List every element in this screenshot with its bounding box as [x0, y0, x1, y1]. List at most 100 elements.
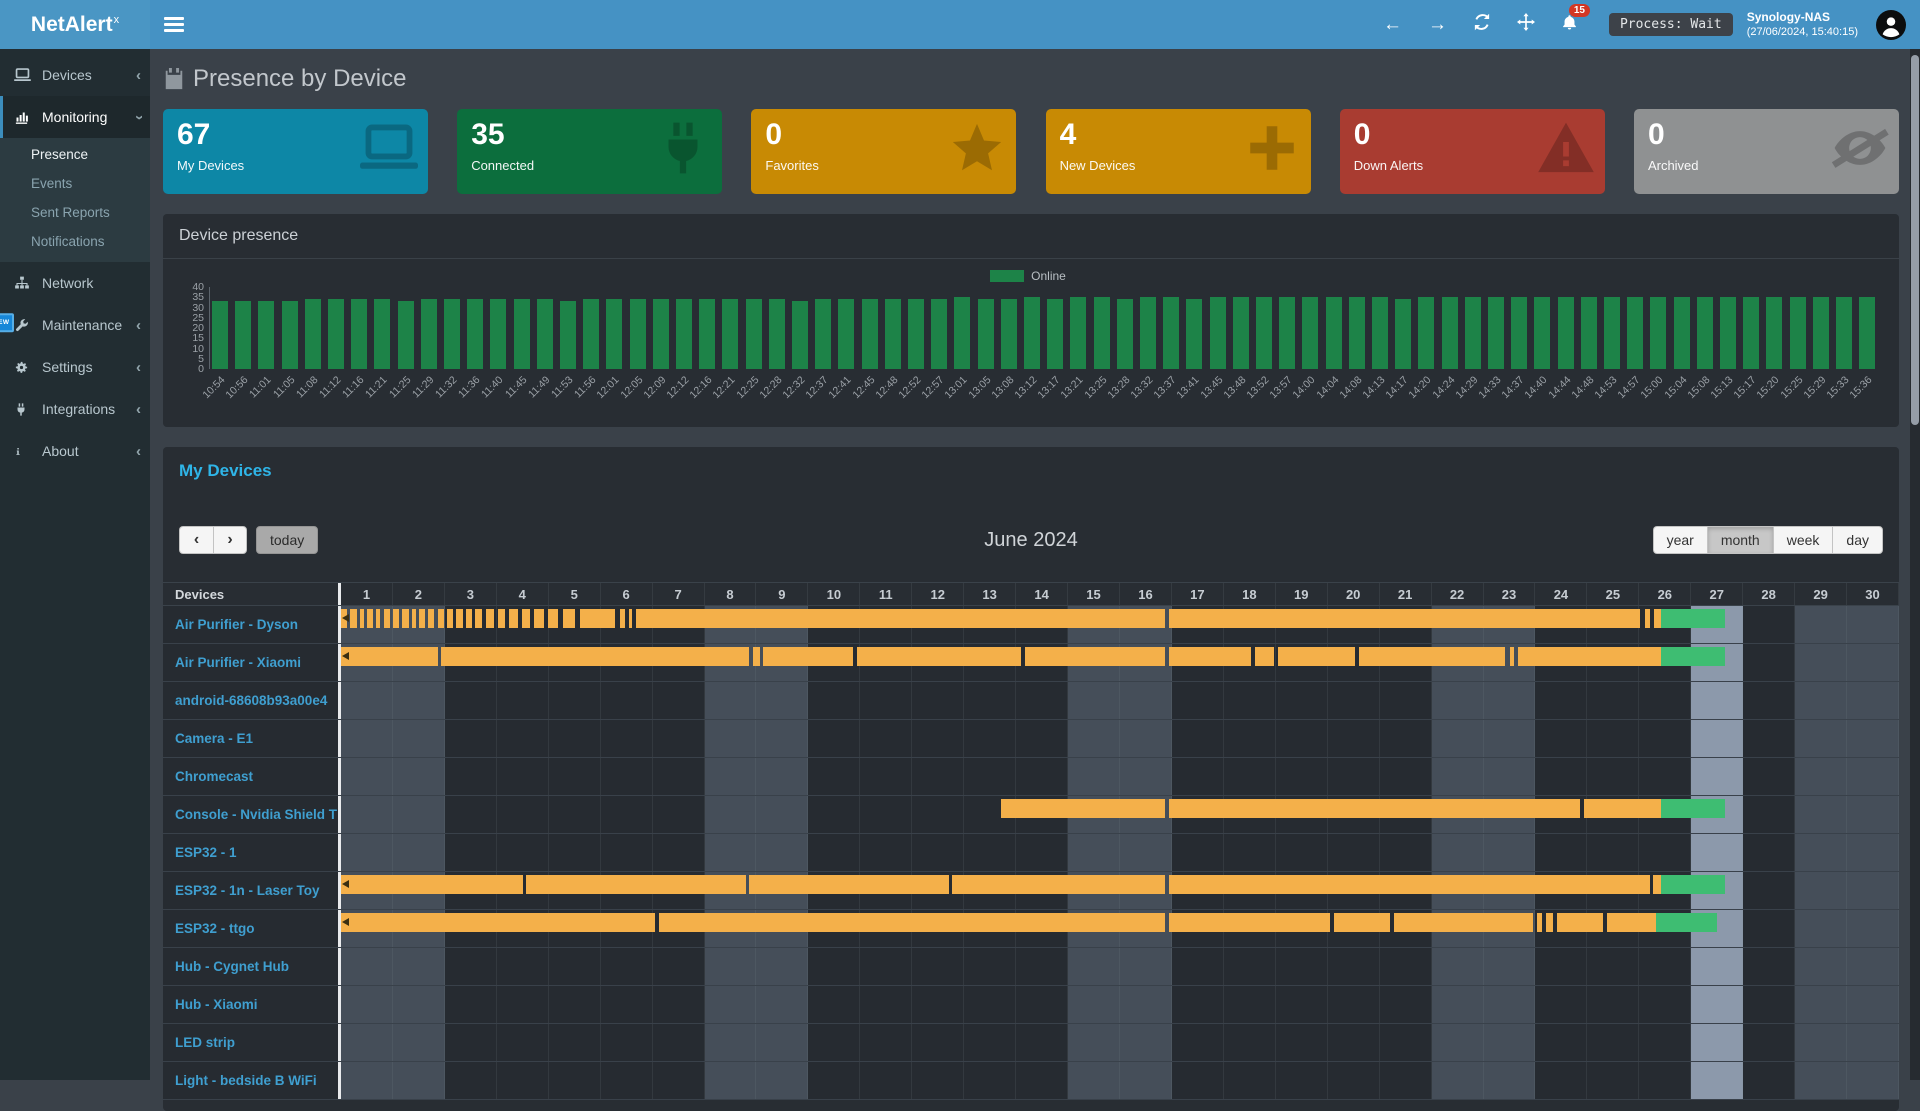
sidebar-toggle-button[interactable] [164, 17, 184, 32]
sidebar-item-maintenance[interactable]: Maintenance‹NEW [0, 304, 150, 346]
device-name-link[interactable]: Air Purifier - Dyson [163, 606, 338, 643]
sidebar-item-monitoring[interactable]: Monitoring‹ [0, 96, 150, 138]
presence-segment-past[interactable] [412, 609, 416, 628]
presence-segment-past[interactable] [350, 609, 357, 628]
presence-segment-past[interactable] [1654, 609, 1661, 628]
calendar-today-button[interactable]: today [256, 526, 318, 554]
presence-segment-past[interactable] [1510, 647, 1514, 666]
stat-card-my-devices[interactable]: 67My Devices [163, 109, 428, 194]
sidebar-item-integrations[interactable]: Integrations‹ [0, 388, 150, 430]
presence-segment-past[interactable] [466, 609, 472, 628]
presence-segment-past[interactable] [1546, 913, 1553, 932]
presence-segment-past[interactable] [402, 609, 408, 628]
presence-segment-past[interactable] [857, 647, 1021, 666]
presence-segment-past[interactable] [659, 913, 1165, 932]
calendar-view-year-button[interactable]: year [1653, 526, 1707, 554]
presence-segment-past[interactable] [1025, 647, 1164, 666]
presence-segment-past[interactable] [341, 913, 655, 932]
presence-segment-past[interactable] [1518, 647, 1661, 666]
presence-segment-past[interactable] [367, 609, 373, 628]
device-name-link[interactable]: Chromecast [163, 758, 338, 795]
presence-segment-past[interactable] [456, 609, 462, 628]
stat-card-down-alerts[interactable]: 0Down Alerts [1340, 109, 1605, 194]
presence-segment-past[interactable] [438, 609, 444, 628]
move-button[interactable] [1517, 13, 1535, 36]
presence-segment-past[interactable] [1169, 875, 1650, 894]
presence-segment-past[interactable] [1537, 913, 1542, 932]
presence-segment-past[interactable] [763, 647, 853, 666]
presence-segment-current[interactable] [1661, 799, 1725, 818]
presence-segment-past[interactable] [526, 875, 746, 894]
app-logo[interactable]: NetAlertx [0, 0, 150, 49]
device-name-link[interactable]: ESP32 - ttgo [163, 910, 338, 947]
submenu-item-sent-reports[interactable]: Sent Reports [0, 198, 150, 227]
device-name-link[interactable]: Camera - E1 [163, 720, 338, 757]
presence-segment-past[interactable] [475, 609, 482, 628]
presence-segment-past[interactable] [384, 609, 391, 628]
nav-back-button[interactable]: ← [1383, 15, 1402, 34]
presence-segment-past[interactable] [341, 875, 523, 894]
presence-segment-current[interactable] [1656, 913, 1717, 932]
calendar-view-month-button[interactable]: month [1707, 526, 1773, 554]
presence-segment-past[interactable] [1557, 913, 1603, 932]
device-name-link[interactable]: android-68608b93a00e4 [163, 682, 338, 719]
submenu-item-notifications[interactable]: Notifications [0, 227, 150, 256]
presence-segment-past[interactable] [1169, 647, 1251, 666]
submenu-item-events[interactable]: Events [0, 169, 150, 198]
presence-segment-past[interactable] [1169, 913, 1331, 932]
presence-segment-past[interactable] [1169, 609, 1641, 628]
presence-segment-past[interactable] [636, 609, 1165, 628]
calendar-view-week-button[interactable]: week [1773, 526, 1833, 554]
presence-segment-past[interactable] [1607, 913, 1656, 932]
presence-segment-past[interactable] [441, 647, 749, 666]
device-name-link[interactable]: ESP32 - 1n - Laser Toy [163, 872, 338, 909]
my-devices-heading[interactable]: My Devices [163, 461, 1899, 481]
presence-segment-past[interactable] [548, 609, 558, 628]
device-name-link[interactable]: Hub - Cygnet Hub [163, 948, 338, 985]
stat-card-favorites[interactable]: 0Favorites [751, 109, 1016, 194]
submenu-item-presence[interactable]: Presence [0, 140, 150, 169]
calendar-prev-button[interactable]: ‹ [179, 526, 213, 554]
calendar-view-day-button[interactable]: day [1832, 526, 1883, 554]
presence-segment-past[interactable] [1645, 609, 1650, 628]
presence-segment-past[interactable] [1359, 647, 1505, 666]
presence-segment-past[interactable] [341, 647, 438, 666]
presence-segment-past[interactable] [393, 609, 399, 628]
scrollbar-thumb[interactable] [1911, 55, 1919, 425]
sidebar-item-devices[interactable]: Devices‹ [0, 54, 150, 96]
device-name-link[interactable]: Air Purifier - Xiaomi [163, 644, 338, 681]
device-name-link[interactable]: Hub - Xiaomi [163, 986, 338, 1023]
stat-card-archived[interactable]: 0Archived [1634, 109, 1899, 194]
presence-segment-past[interactable] [952, 875, 1165, 894]
device-name-link[interactable]: LED strip [163, 1024, 338, 1061]
presence-segment-current[interactable] [1661, 609, 1725, 628]
presence-segment-current[interactable] [1661, 875, 1725, 894]
presence-segment-past[interactable] [376, 609, 380, 628]
presence-segment-past[interactable] [360, 609, 364, 628]
presence-segment-past[interactable] [753, 647, 759, 666]
presence-segment-past[interactable] [1278, 647, 1355, 666]
sidebar-item-network[interactable]: Network [0, 262, 150, 304]
presence-segment-past[interactable] [1653, 875, 1661, 894]
presence-segment-past[interactable] [580, 609, 615, 628]
presence-segment-past[interactable] [522, 609, 530, 628]
presence-segment-past[interactable] [447, 609, 453, 628]
presence-segment-past[interactable] [486, 609, 493, 628]
presence-segment-past[interactable] [1334, 913, 1390, 932]
user-avatar[interactable] [1876, 10, 1906, 40]
device-name-link[interactable]: Console - Nvidia Shield T [163, 796, 338, 833]
presence-segment-past[interactable] [1001, 799, 1165, 818]
stat-card-new-devices[interactable]: 4New Devices [1046, 109, 1311, 194]
refresh-button[interactable] [1473, 13, 1491, 36]
presence-segment-past[interactable] [498, 609, 505, 628]
presence-segment-past[interactable] [749, 875, 948, 894]
sidebar-item-about[interactable]: About‹ [0, 430, 150, 472]
stat-card-connected[interactable]: 35Connected [457, 109, 722, 194]
notifications-button[interactable]: 15 [1561, 14, 1578, 36]
presence-segment-past[interactable] [629, 609, 632, 628]
presence-segment-past[interactable] [428, 609, 434, 628]
sidebar-item-settings[interactable]: Settings‹ [0, 346, 150, 388]
presence-segment-past[interactable] [419, 609, 425, 628]
presence-segment-past[interactable] [1255, 647, 1274, 666]
presence-segment-past[interactable] [1394, 913, 1533, 932]
